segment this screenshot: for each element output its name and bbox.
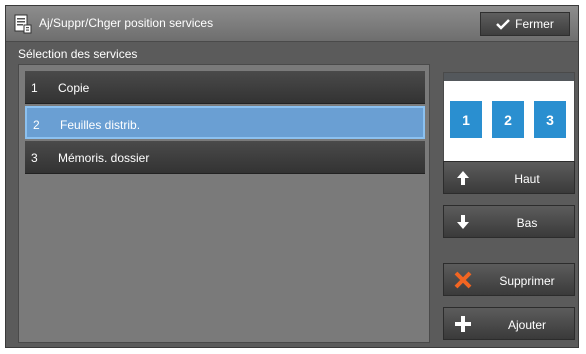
preview-header-bar (444, 73, 574, 81)
list-item-number: 1 (31, 81, 38, 95)
close-button-label: Fermer (515, 17, 554, 31)
layout-preview: 1 2 3 (443, 72, 575, 164)
move-up-button[interactable]: Haut (443, 161, 575, 194)
list-item-number: 2 (33, 118, 40, 132)
title-bar: Aj/Suppr/Chger position services Fermer (6, 6, 578, 42)
delete-label: Supprimer (499, 274, 555, 288)
close-button[interactable]: Fermer (480, 12, 570, 36)
list-item-label: Copie (58, 81, 90, 95)
move-down-button[interactable]: Bas (443, 205, 575, 238)
list-item[interactable]: 3 Mémoris. dossier (25, 141, 425, 174)
services-list: 1 Copie 2 Feuilles distrib. 3 Mémoris. d… (18, 64, 430, 343)
preview-tile: 3 (534, 101, 566, 138)
list-item-label: Mémoris. dossier (58, 151, 150, 165)
dialog-window: Aj/Suppr/Chger position services Fermer … (5, 5, 579, 348)
list-item-selected[interactable]: 2 Feuilles distrib. (25, 106, 425, 139)
arrow-down-icon (457, 215, 469, 229)
section-label: Sélection des services (18, 47, 138, 61)
delete-button[interactable]: Supprimer (443, 263, 575, 296)
move-down-label: Bas (516, 216, 538, 230)
document-icon (14, 14, 32, 34)
checkmark-icon (496, 19, 511, 30)
plus-icon (455, 316, 471, 332)
delete-x-icon (454, 271, 472, 289)
list-item[interactable]: 1 Copie (25, 71, 425, 104)
page-title: Aj/Suppr/Chger position services (39, 16, 214, 30)
preview-tile: 1 (450, 101, 482, 138)
arrow-up-icon (457, 171, 469, 185)
preview-tile: 2 (492, 101, 524, 138)
add-button[interactable]: Ajouter (443, 307, 575, 340)
list-item-label: Feuilles distrib. (60, 118, 141, 132)
move-up-label: Haut (514, 172, 540, 186)
add-label: Ajouter (507, 318, 547, 332)
list-item-number: 3 (31, 151, 38, 165)
